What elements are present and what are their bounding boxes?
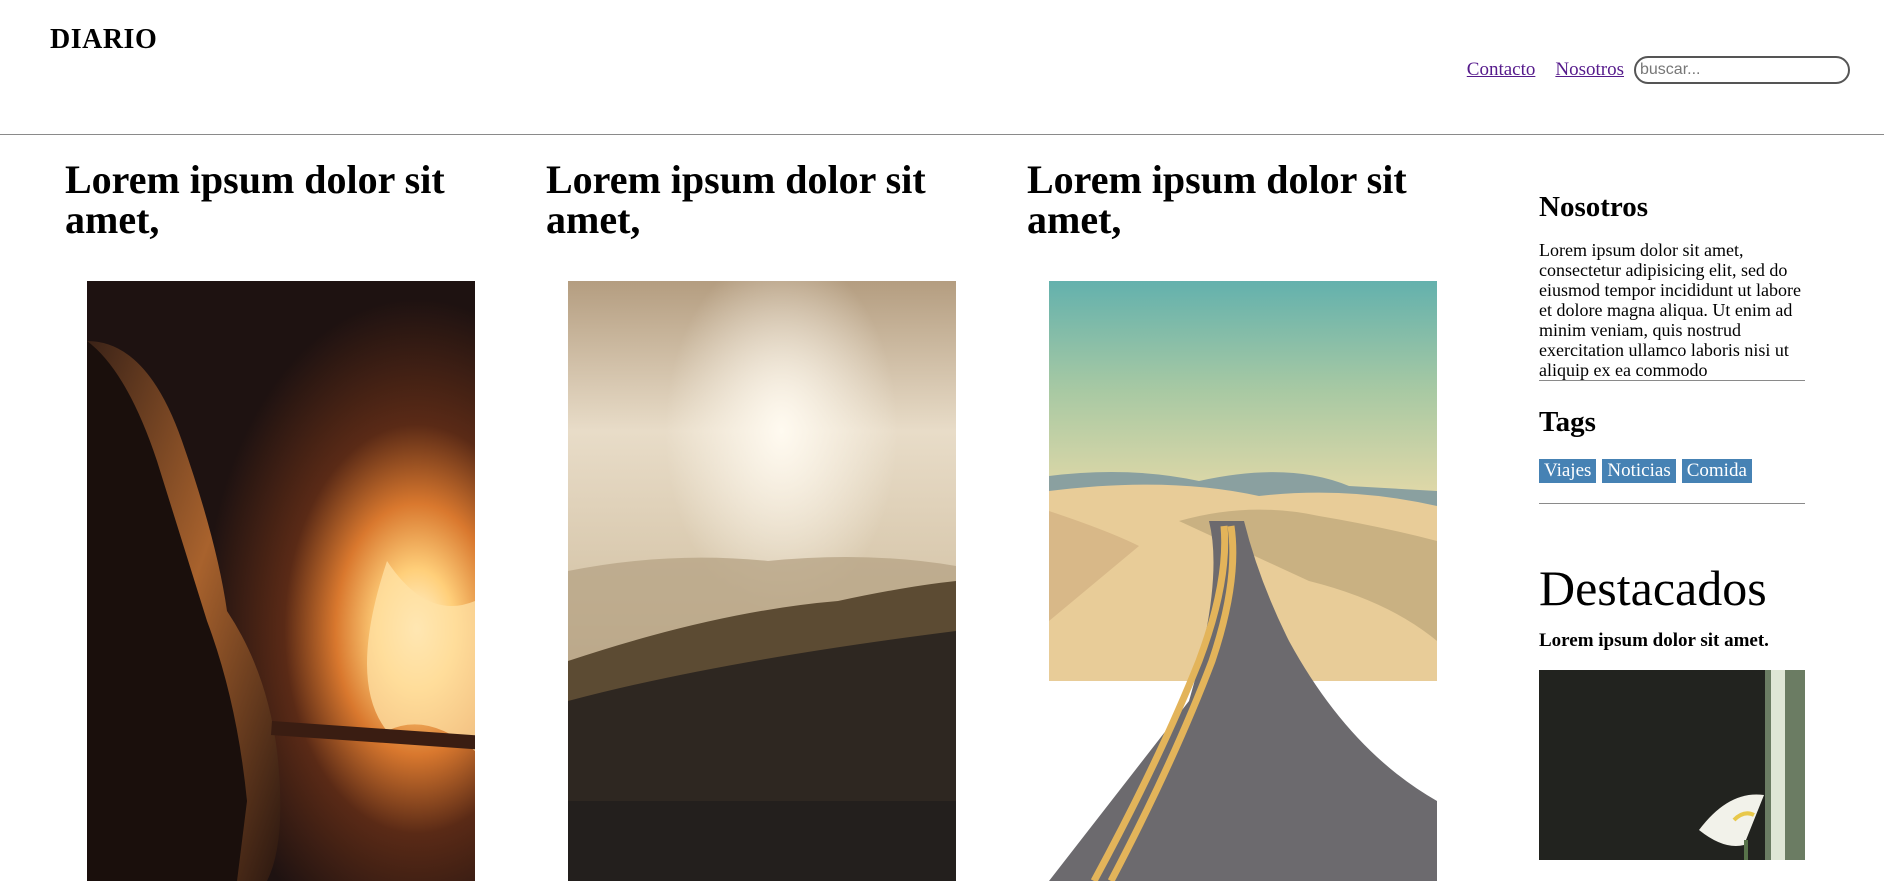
site-header: DIARIO Contacto Nosotros	[0, 0, 1884, 135]
sunset-mountains-photo[interactable]	[568, 281, 956, 881]
bonfire-girl-photo[interactable]	[87, 281, 475, 881]
nav-link-nosotros[interactable]: Nosotros	[1555, 58, 1624, 82]
top-nav: Contacto Nosotros	[1467, 56, 1850, 84]
tags-heading: Tags	[1539, 406, 1596, 438]
article-title[interactable]: Lorem ipsum dolor sit amet,	[65, 160, 485, 240]
about-text: Lorem ipsum dolor sit amet, consectetur …	[1539, 240, 1801, 380]
sidebar: Nosotros Lorem ipsum dolor sit amet, con…	[1539, 190, 1805, 860]
tag-comida[interactable]: Comida	[1681, 459, 1752, 483]
article-title[interactable]: Lorem ipsum dolor sit amet,	[1027, 160, 1447, 240]
site-logo[interactable]: DIARIO	[50, 24, 157, 56]
page: DIARIO Contacto Nosotros Lorem ipsum dol…	[0, 0, 1884, 890]
search-input[interactable]	[1634, 56, 1850, 84]
divider	[1539, 380, 1805, 381]
tag-noticias[interactable]: Noticias	[1602, 459, 1676, 483]
article-card: Lorem ipsum dolor sit amet,	[65, 160, 485, 881]
article-title[interactable]: Lorem ipsum dolor sit amet,	[546, 160, 966, 240]
about-heading: Nosotros	[1539, 191, 1649, 223]
article-card: Lorem ipsum dolor sit amet,	[546, 160, 966, 881]
tag-list: Viajes Noticias Comida	[1539, 459, 1805, 483]
featured-headline[interactable]: Lorem ipsum dolor sit amet.	[1539, 630, 1805, 652]
nav-link-contacto[interactable]: Contacto	[1467, 58, 1536, 82]
article-card: Lorem ipsum dolor sit amet,	[1027, 160, 1447, 881]
calla-lily-photo[interactable]	[1539, 670, 1805, 860]
featured-heading: Destacados	[1539, 560, 1767, 616]
divider	[1539, 503, 1805, 504]
tag-viajes[interactable]: Viajes	[1539, 459, 1597, 483]
desert-road-photo[interactable]	[1049, 281, 1437, 881]
